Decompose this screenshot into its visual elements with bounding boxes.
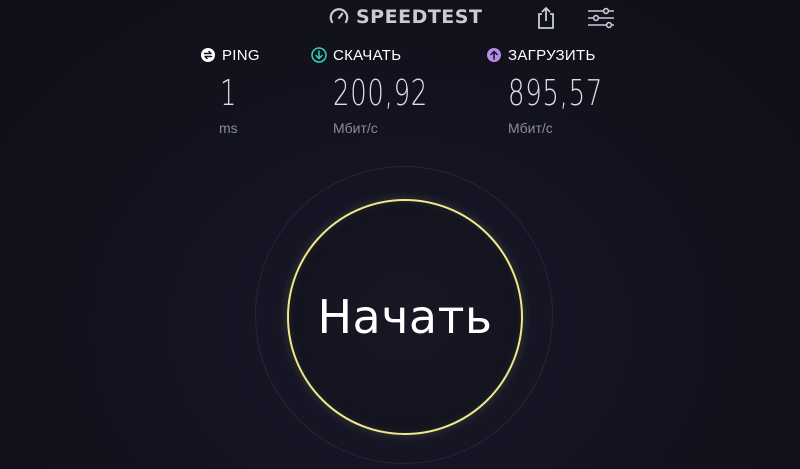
download-metric: СКАЧАТЬ 200,92 Мбит/с	[311, 44, 451, 144]
ping-unit: ms	[219, 120, 238, 136]
brand-name: SPEEDTEST	[356, 6, 483, 28]
upload-header: ЗАГРУЗИТЬ	[486, 44, 626, 66]
download-header: СКАЧАТЬ	[311, 44, 451, 66]
download-label: СКАЧАТЬ	[333, 46, 402, 64]
ping-header: PING	[200, 44, 280, 66]
ping-icon	[201, 48, 215, 62]
start-button-label: Начать	[317, 290, 493, 344]
download-unit: Мбит/с	[333, 120, 378, 136]
upload-unit: Мбит/с	[508, 120, 553, 136]
speedometer-icon	[329, 8, 349, 24]
settings-button[interactable]	[587, 4, 615, 32]
speedtest-screen: SPEEDTEST PING 1 ms СКАЧАТЬ 200,92 Мбит/…	[0, 0, 800, 469]
download-arrow-icon	[311, 47, 327, 63]
share-icon	[538, 6, 554, 29]
ping-label: PING	[222, 46, 260, 64]
start-test-button[interactable]: Начать	[287, 199, 523, 435]
share-button[interactable]	[532, 4, 560, 32]
upload-value: 895,57	[508, 73, 604, 114]
upload-label: ЗАГРУЗИТЬ	[508, 46, 596, 64]
upload-metric: ЗАГРУЗИТЬ 895,57 Мбит/с	[486, 44, 626, 144]
upload-arrow-icon	[487, 48, 501, 62]
ping-metric: PING 1 ms	[200, 44, 280, 144]
sliders-icon	[588, 7, 614, 29]
ping-value: 1	[220, 73, 238, 114]
download-value: 200,92	[333, 73, 429, 114]
speedtest-brand: SPEEDTEST	[328, 5, 482, 29]
